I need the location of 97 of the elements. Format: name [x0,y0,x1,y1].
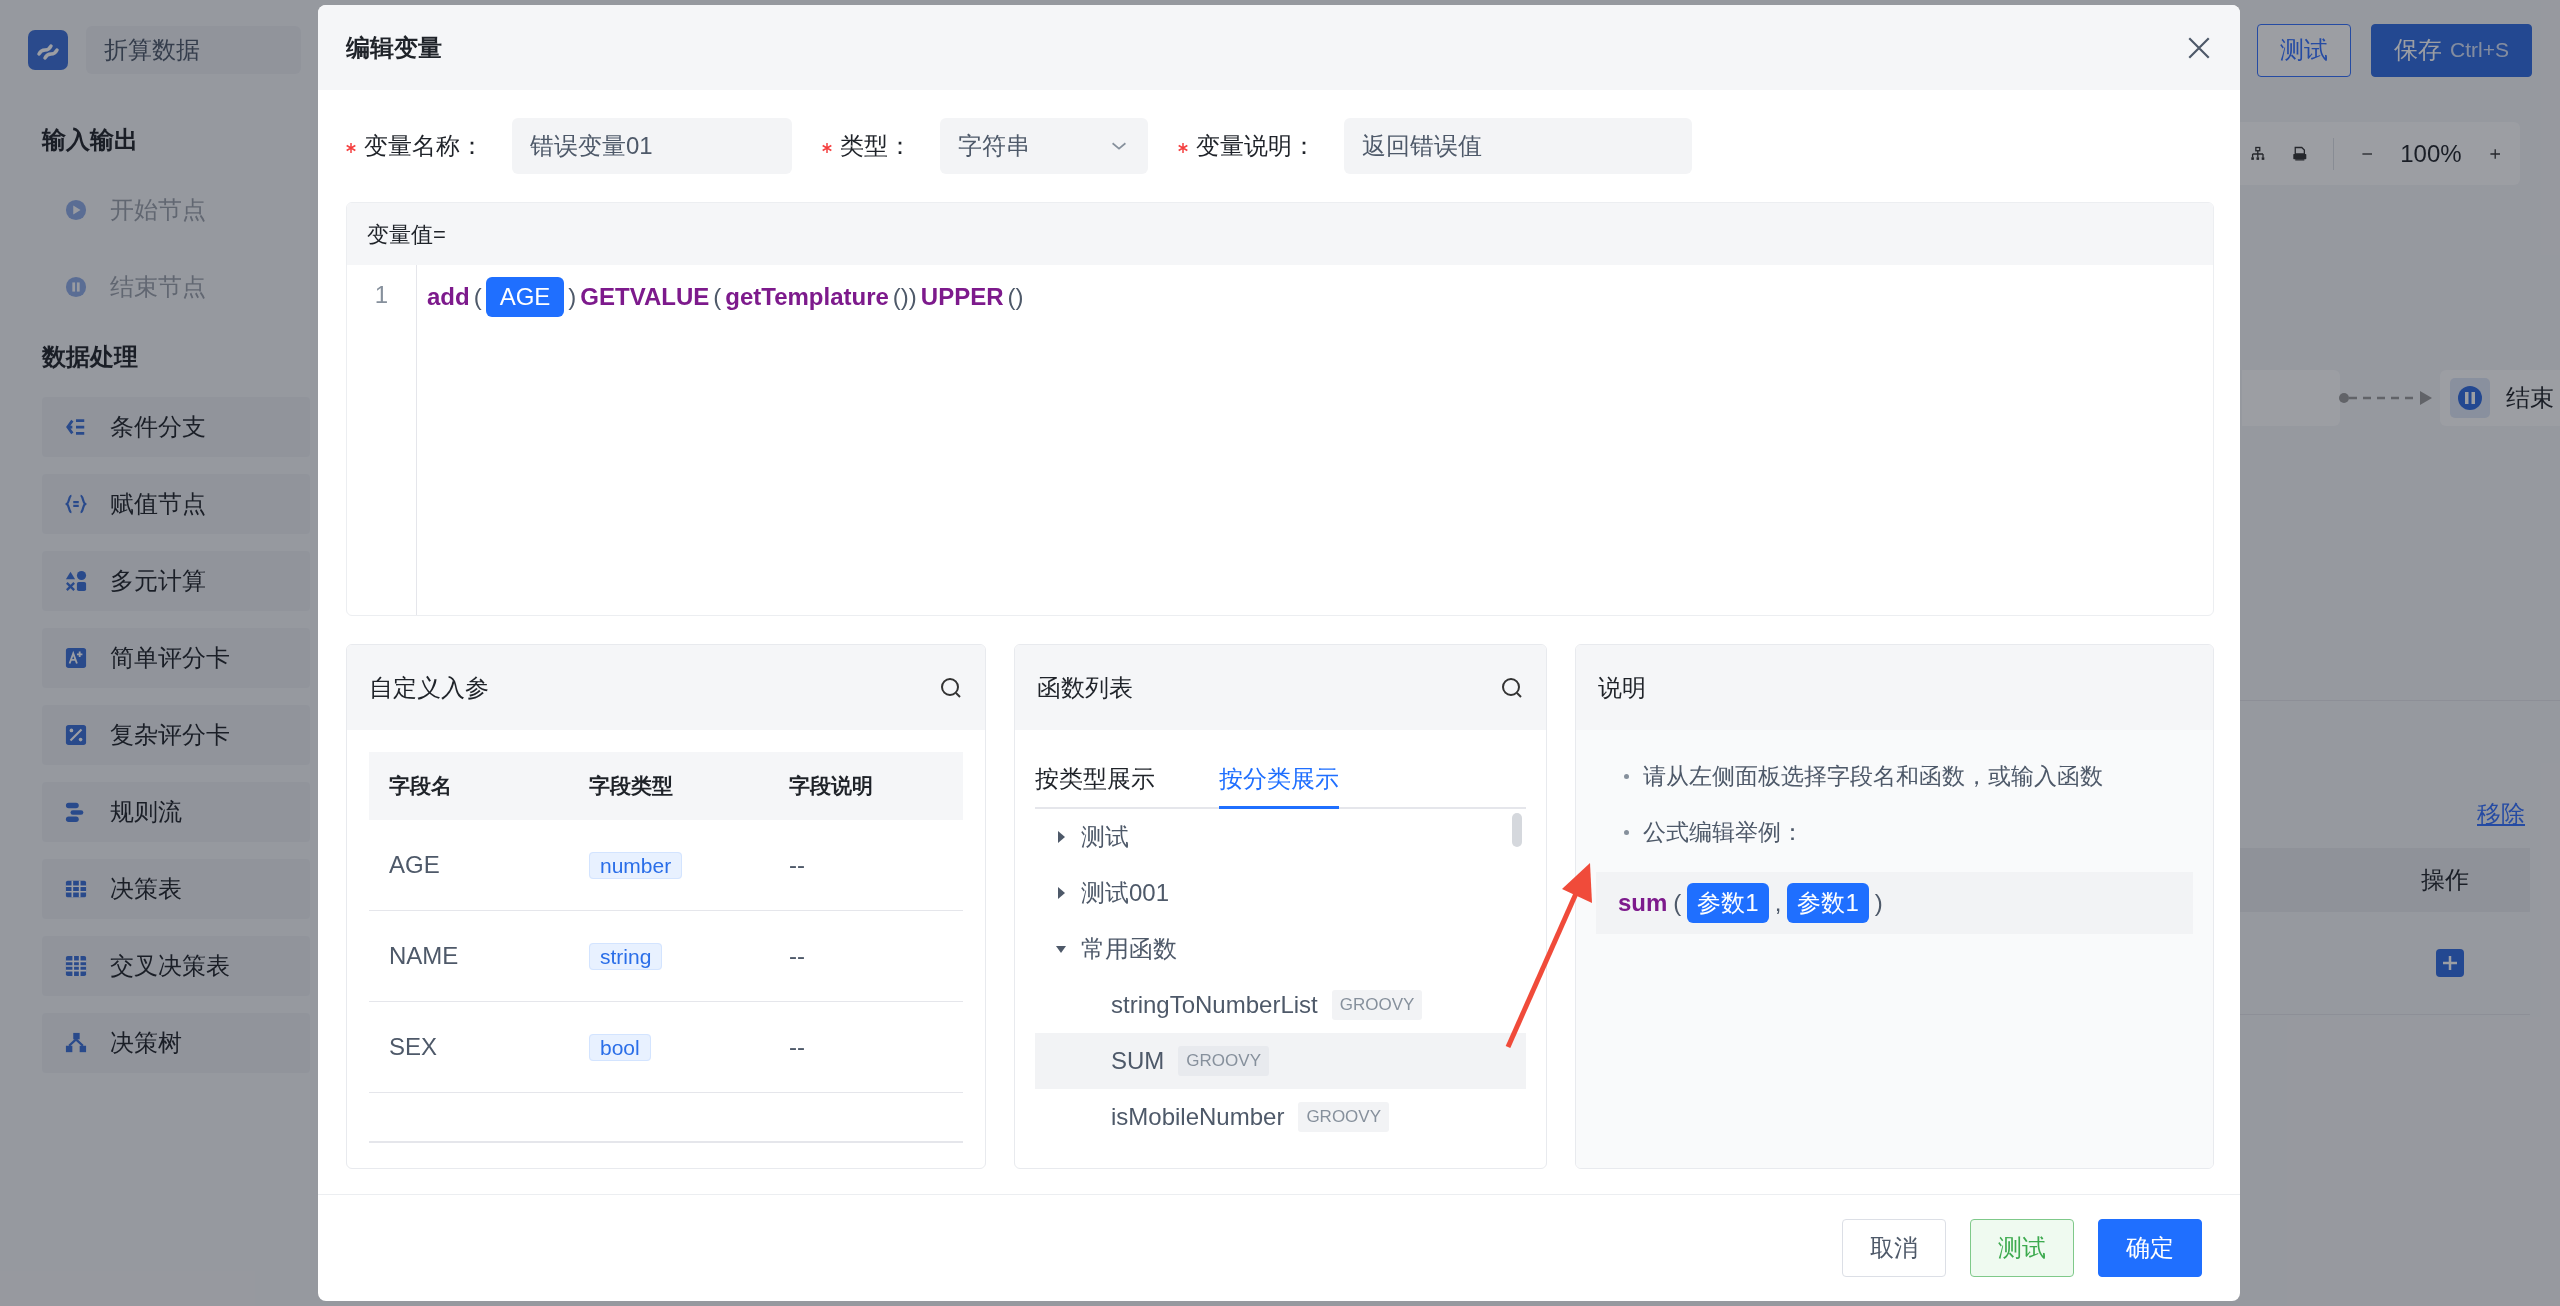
language-tag: GROOVY [1178,1046,1269,1076]
field-label: 变量说明： [1178,128,1316,164]
punctuation: ) [1874,888,1883,918]
zoom-level: 100% [2400,138,2462,169]
panel-title: 自定义入参 [369,672,489,703]
function-name: GETVALUE [580,282,710,312]
caret-right-icon [1055,830,1067,844]
table-cell-text: NAME [388,941,460,971]
footer-button[interactable]: 测试 [1970,1219,2074,1277]
punctuation: ()) [892,282,917,312]
search-icon[interactable] [1500,675,1524,700]
panel-title: 函数列表 [1037,672,1133,703]
caret-right-icon [1055,886,1067,900]
sidebar-item[interactable]: 交叉决策表 [42,936,310,996]
column-header: 字段说明 [788,773,874,800]
field-chip: 参数1 [1787,883,1869,923]
percent-icon [65,724,87,746]
function-name: getTemplature [725,282,889,312]
flow-node[interactable] [2242,370,2340,426]
language-tag: GROOVY [1298,1102,1389,1132]
section-title: 数据处理 [42,342,139,372]
tree-icon [65,1032,87,1054]
field-chip: AGE [485,277,565,317]
tree-item[interactable]: 常用函数 [1035,921,1526,977]
end-node[interactable]: 结束 [2440,370,2560,426]
view-tab[interactable]: 按类型展示 [1035,752,1155,809]
braces-icon [65,493,87,515]
footer-button[interactable]: 取消 [1842,1219,1946,1277]
function-item[interactable]: stringToNumberList GROOVY [1035,977,1526,1033]
footer-button[interactable]: 确定 [2098,1219,2202,1277]
grid-icon [65,955,87,977]
section-title: 输入输出 [42,125,139,155]
field-label: 类型： [822,128,912,164]
table-cell-text: -- [788,850,806,880]
add-icon[interactable] [2436,949,2464,977]
tree-item[interactable]: 测试001 [1035,865,1526,921]
sidebar-item[interactable]: 决策表 [42,859,310,919]
sidebar-item[interactable]: 规则流 [42,782,310,842]
editor-label: 变量值= [347,203,2213,265]
line-number: 1 [347,265,417,615]
search-icon[interactable] [939,675,963,700]
remove-link[interactable]: 移除 [2477,796,2525,832]
language-tag: GROOVY [1331,990,1423,1020]
punctuation: ( [473,282,482,312]
field-label: 变量名称： [346,128,484,164]
function-item[interactable]: SUM GROOVY [1035,1033,1526,1089]
table-cell-text: -- [788,941,806,971]
help-text: 公式编辑举例： [1643,817,1804,847]
punctuation: () [1007,282,1024,312]
punctuation: , [1774,888,1782,918]
view-tab[interactable]: 按分类展示 [1219,752,1339,809]
type-select[interactable]: 字符串 [940,118,1148,174]
branch-icon [65,416,87,438]
logo-icon [28,30,68,70]
function-name: UPPER [920,282,1004,312]
punctuation: ( [713,282,722,312]
sidebar-item[interactable]: 多元计算 [42,551,310,611]
title-field[interactable]: 折算数据 [86,26,301,74]
field-chip: 参数1 [1687,883,1769,923]
node-label: 结束 [2506,383,2554,413]
type-tag: number [589,852,683,879]
required-icon [346,142,356,153]
sidebar-item[interactable]: 决策树 [42,1013,310,1073]
column-header: 字段名 [388,773,453,800]
column-header: 字段类型 [588,773,674,800]
header-button[interactable]: 保存 Ctrl+S [2371,23,2532,77]
header-button[interactable]: 测试 [2257,23,2352,77]
punctuation: ( [1673,888,1682,918]
table-cell-text: -- [788,1032,806,1062]
function-name: sum [1618,888,1668,918]
bullet-dot [1624,773,1629,779]
function-name: add [427,282,470,312]
panel-title: 说明 [1598,672,1646,703]
type-tag: bool [589,1034,651,1061]
bullet-dot [1624,829,1629,835]
function-item[interactable]: isMobileNumber GROOVY [1035,1089,1526,1145]
sidebar-item[interactable]: 简单评分卡 [42,628,310,688]
required-icon [822,142,832,153]
scrollbar-thumb[interactable] [1512,813,1522,847]
card-icon [65,647,87,669]
dialog-title: 编辑变量 [346,32,442,63]
shapes-icon [65,570,87,592]
help-text: 请从左侧面板选择字段名和函数，或输入函数 [1643,761,2103,791]
sidebar-item[interactable]: 复杂评分卡 [42,705,310,765]
sidebar-item[interactable]: 赋值节点 [42,474,310,534]
punctuation: ) [568,282,577,312]
pause-icon [2450,378,2490,418]
table-icon [65,878,87,900]
tree-item[interactable]: 测试 [1035,809,1526,865]
type-tag: string [589,943,663,970]
required-icon [1178,142,1188,153]
table-cell-text: SEX [388,1032,439,1062]
sidebar-item[interactable]: 条件分支 [42,397,310,457]
column-header: 操作 [2420,865,2470,895]
input-field[interactable]: 返回错误值 [1344,118,1692,174]
table-cell-text: AGE [388,850,441,880]
input-field[interactable]: 错误变量01 [512,118,792,174]
